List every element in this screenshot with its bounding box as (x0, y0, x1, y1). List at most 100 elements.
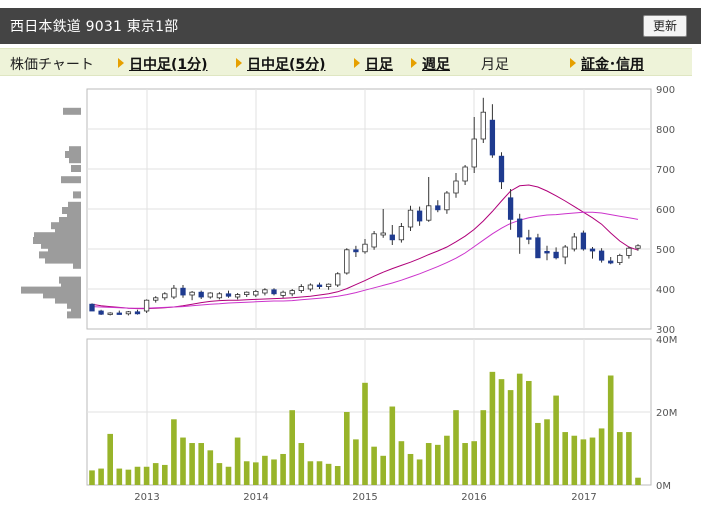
volume-bar (234, 437, 241, 485)
volume-bar (607, 375, 614, 485)
candle-body (153, 297, 159, 301)
candle-body (162, 293, 168, 299)
volume-profile-bar (69, 156, 81, 164)
volume-bar (544, 419, 550, 485)
tab-daily[interactable]: 日足 (354, 54, 393, 74)
margin-link[interactable]: 証金･信用 (570, 54, 644, 74)
year-label: 2014 (243, 492, 268, 503)
candle-body (453, 180, 459, 194)
volume-bar (480, 410, 487, 485)
candle-body (535, 237, 541, 259)
candle-body (244, 291, 250, 295)
volume-bar (453, 410, 459, 485)
volume-bar (98, 468, 104, 485)
volume-bar (535, 422, 541, 485)
candle-body (517, 218, 523, 238)
volume-tick-label: 20M (656, 408, 677, 419)
candle-body (489, 119, 496, 156)
volume-profile-bar (73, 191, 81, 199)
volume-profile-bar (63, 107, 81, 115)
volume-bar (444, 435, 450, 485)
volume-bar (280, 453, 286, 485)
volume-profile-bar (71, 165, 81, 172)
volume-bar (362, 382, 368, 485)
volume-bar (489, 371, 496, 485)
volume-bar (116, 468, 123, 485)
candle-body (635, 245, 641, 249)
candle-body (571, 236, 577, 250)
volume-bar (389, 406, 396, 485)
candle-body (198, 291, 204, 298)
candle-body (598, 250, 605, 261)
volume-bar (516, 373, 523, 485)
candle-body (426, 205, 432, 221)
volume-bar (635, 477, 641, 485)
volume-profile-bar (61, 176, 81, 184)
candle-body (180, 287, 186, 296)
price-tick-label: 400 (656, 285, 675, 296)
price-tick-label: 700 (656, 165, 675, 176)
stock-title: 西日本鉄道 9031 東京1部 (10, 19, 179, 35)
volume-tick-label: 40M (656, 335, 677, 346)
arrow-right-icon (411, 58, 417, 68)
refresh-button[interactable]: 更新 (643, 15, 687, 37)
candle-body (589, 248, 596, 252)
volume-bar (598, 428, 605, 485)
volume-bar (407, 453, 414, 485)
tab-intraday-5min[interactable]: 日中足(5分) (236, 54, 326, 74)
volume-bar (307, 461, 314, 485)
candle-body (435, 205, 441, 211)
candle-body (107, 312, 113, 315)
year-label: 2016 (461, 492, 486, 503)
candle-body (298, 286, 304, 292)
tab-weekly[interactable]: 週足 (411, 54, 450, 74)
year-label: 2015 (352, 492, 377, 503)
volume-profile-bar (73, 261, 81, 269)
candle-body (471, 138, 477, 168)
volume-bar (344, 412, 350, 485)
volume-bar (89, 470, 95, 485)
arrow-right-icon (118, 58, 124, 68)
candle-body (407, 209, 414, 228)
volume-bar (216, 463, 223, 485)
volume-bar (425, 443, 432, 485)
volume-bar (562, 432, 568, 485)
candle-body (544, 250, 550, 254)
price-tick-label: 900 (656, 85, 675, 96)
candle-body (608, 260, 614, 264)
volume-bar (162, 464, 168, 485)
volume-bar (498, 379, 505, 485)
volume-bar (207, 450, 214, 485)
volume-bar (189, 443, 195, 485)
arrow-right-icon (236, 58, 242, 68)
candle-body (280, 291, 286, 296)
candle-body (98, 310, 104, 315)
volume-bar (243, 461, 250, 485)
volume-bar (626, 432, 632, 485)
volume-bar (225, 466, 232, 485)
volume-bar (471, 441, 477, 485)
volume-bar (435, 444, 441, 485)
volume-bar (316, 461, 323, 485)
volume-bar (325, 463, 332, 485)
candle-body (216, 293, 223, 299)
volume-bar (371, 446, 377, 485)
candle-body (116, 312, 122, 315)
candle-body (89, 303, 95, 312)
volume-bar (198, 443, 204, 485)
arrow-right-icon (570, 58, 576, 68)
tab-intraday-1min[interactable]: 日中足(1分) (118, 54, 208, 74)
volume-bar (416, 459, 423, 485)
candle-body (380, 232, 386, 236)
candle-body (171, 287, 177, 298)
candle-body (507, 197, 514, 220)
candle-body (189, 291, 195, 296)
candle-body (462, 166, 468, 182)
chart-label: 株価チャート (10, 57, 94, 73)
candle-body (225, 293, 232, 297)
volume-bar (353, 439, 359, 485)
candle-body (416, 210, 423, 222)
tab-monthly-current: 月足 (481, 57, 509, 73)
volume-profile (21, 107, 81, 319)
candle-body (553, 251, 559, 259)
